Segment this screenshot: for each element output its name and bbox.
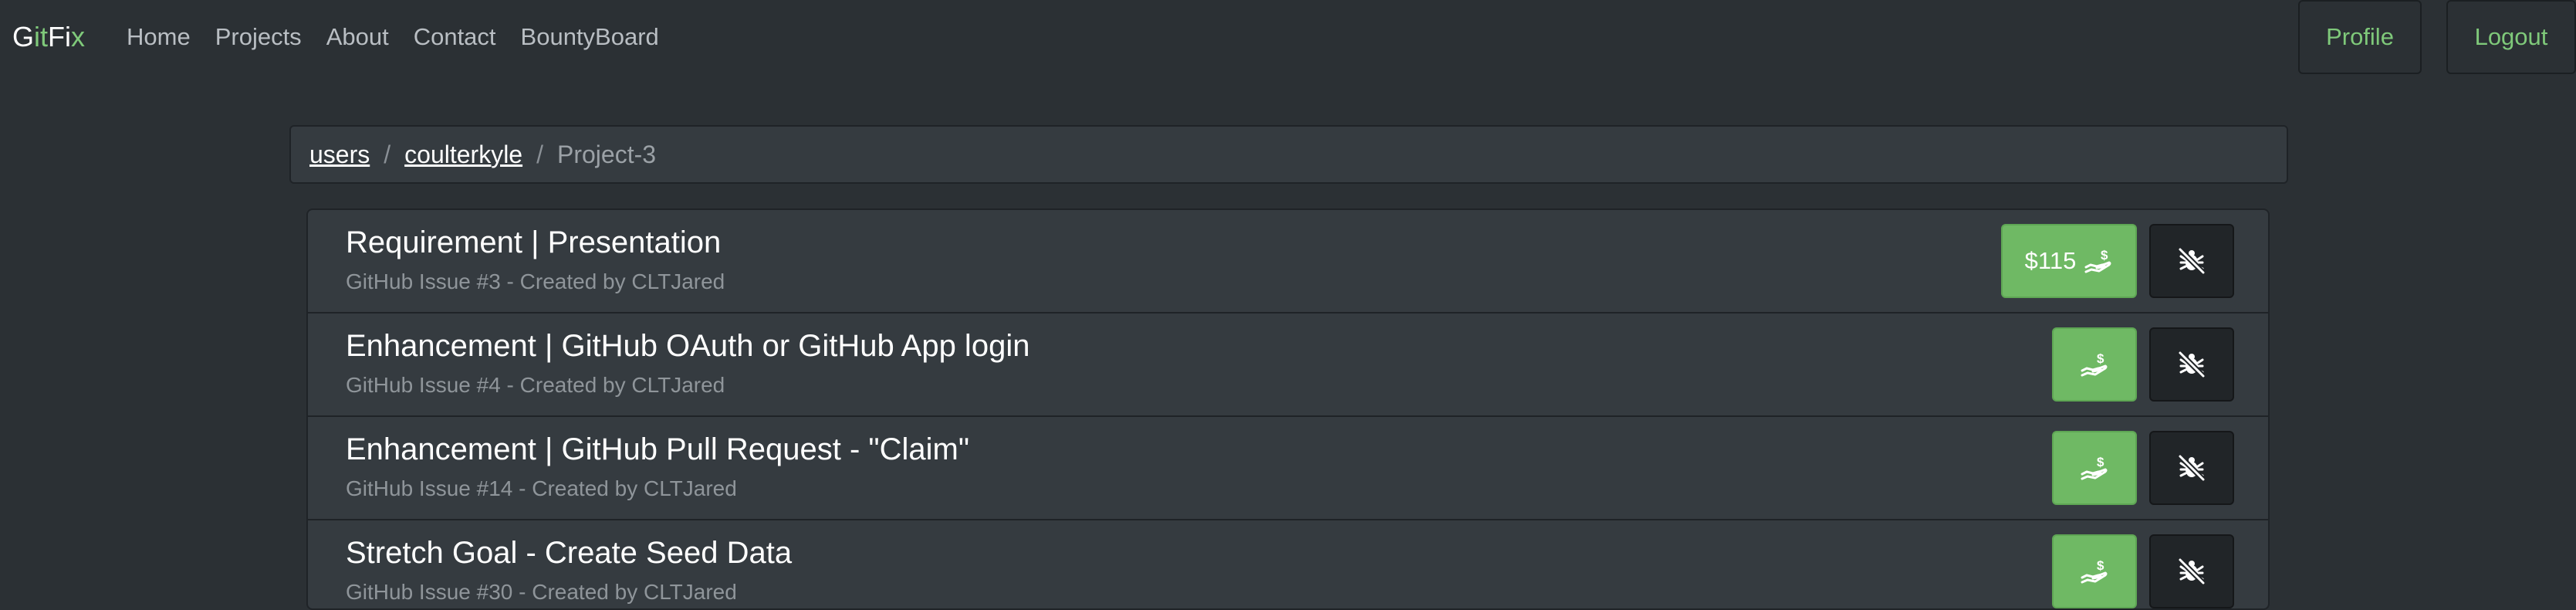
issue-subtitle: GitHub Issue #3 - Created by CLTJared	[346, 269, 725, 293]
issue-title[interactable]: Enhancement | GitHub Pull Request - "Cla…	[346, 431, 969, 468]
issue-row[interactable]: Stretch Goal - Create Seed Data GitHub I…	[308, 520, 2268, 608]
bounty-amount: $115	[2024, 247, 2077, 274]
brand-it: it	[34, 21, 49, 53]
nav-link-projects[interactable]: Projects	[215, 19, 302, 56]
issue-subtitle: GitHub Issue #30 - Created by CLTJared	[346, 580, 737, 604]
breadcrumb-separator: /	[536, 140, 543, 168]
unclaim-button[interactable]	[2149, 224, 2234, 298]
svg-text:$: $	[2101, 248, 2108, 263]
bug-off-icon	[2176, 556, 2207, 587]
unclaim-button[interactable]	[2149, 327, 2234, 402]
nav-link-bountyboard[interactable]: BountyBoard	[521, 19, 659, 56]
issue-subtitle: GitHub Issue #4 - Created by CLTJared	[346, 373, 725, 397]
bug-off-icon	[2176, 246, 2207, 276]
breadcrumb-user[interactable]: coulterkyle	[404, 141, 522, 169]
issue-list: Requirement | Presentation GitHub Issue …	[306, 208, 2270, 610]
profile-button[interactable]: Profile	[2298, 0, 2422, 74]
navbar: GitFix Home Projects About Contact Bount…	[0, 0, 2576, 74]
issue-subtitle: GitHub Issue #14 - Created by CLTJared	[346, 476, 737, 500]
bug-off-icon	[2176, 452, 2207, 483]
nav-link-home[interactable]: Home	[127, 19, 191, 56]
hand-coin-icon: $	[2080, 558, 2109, 585]
nav-link-contact[interactable]: Contact	[414, 19, 496, 56]
brand-x: x	[71, 21, 86, 53]
breadcrumb-current: Project-3	[556, 140, 657, 168]
issue-title[interactable]: Enhancement | GitHub OAuth or GitHub App…	[346, 327, 1029, 364]
issue-row[interactable]: Enhancement | GitHub Pull Request - "Cla…	[308, 417, 2268, 520]
hand-coin-icon: $	[2080, 351, 2109, 378]
breadcrumb: users / coulterkyle / Project-3	[289, 125, 2288, 184]
svg-text:$: $	[2097, 455, 2104, 469]
issue-row[interactable]: Requirement | Presentation GitHub Issue …	[308, 210, 2268, 313]
add-bounty-button[interactable]: $	[2052, 327, 2137, 402]
add-bounty-button[interactable]: $	[2052, 534, 2137, 608]
svg-text:$: $	[2097, 351, 2104, 366]
hand-coin-icon: $	[2080, 455, 2109, 481]
breadcrumb-users[interactable]: users	[309, 141, 370, 169]
logout-button[interactable]: Logout	[2446, 0, 2576, 74]
issue-title[interactable]: Requirement | Presentation	[346, 224, 721, 261]
brand-fi: Fi	[48, 21, 72, 53]
issue-title[interactable]: Stretch Goal - Create Seed Data	[346, 534, 792, 571]
bounty-button[interactable]: $115 $	[2001, 224, 2137, 298]
issue-row[interactable]: Enhancement | GitHub OAuth or GitHub App…	[308, 313, 2268, 417]
bug-off-icon	[2176, 349, 2207, 380]
brand-g: G	[12, 21, 35, 53]
unclaim-button[interactable]	[2149, 431, 2234, 505]
svg-text:$: $	[2097, 558, 2104, 573]
brand-logo[interactable]: GitFix	[12, 19, 85, 56]
hand-coin-icon: $	[2084, 248, 2113, 274]
nav-link-about[interactable]: About	[326, 19, 389, 56]
breadcrumb-separator: /	[384, 140, 391, 168]
nav-links: Home Projects About Contact BountyBoard	[127, 19, 684, 56]
add-bounty-button[interactable]: $	[2052, 431, 2137, 505]
unclaim-button[interactable]	[2149, 534, 2234, 608]
